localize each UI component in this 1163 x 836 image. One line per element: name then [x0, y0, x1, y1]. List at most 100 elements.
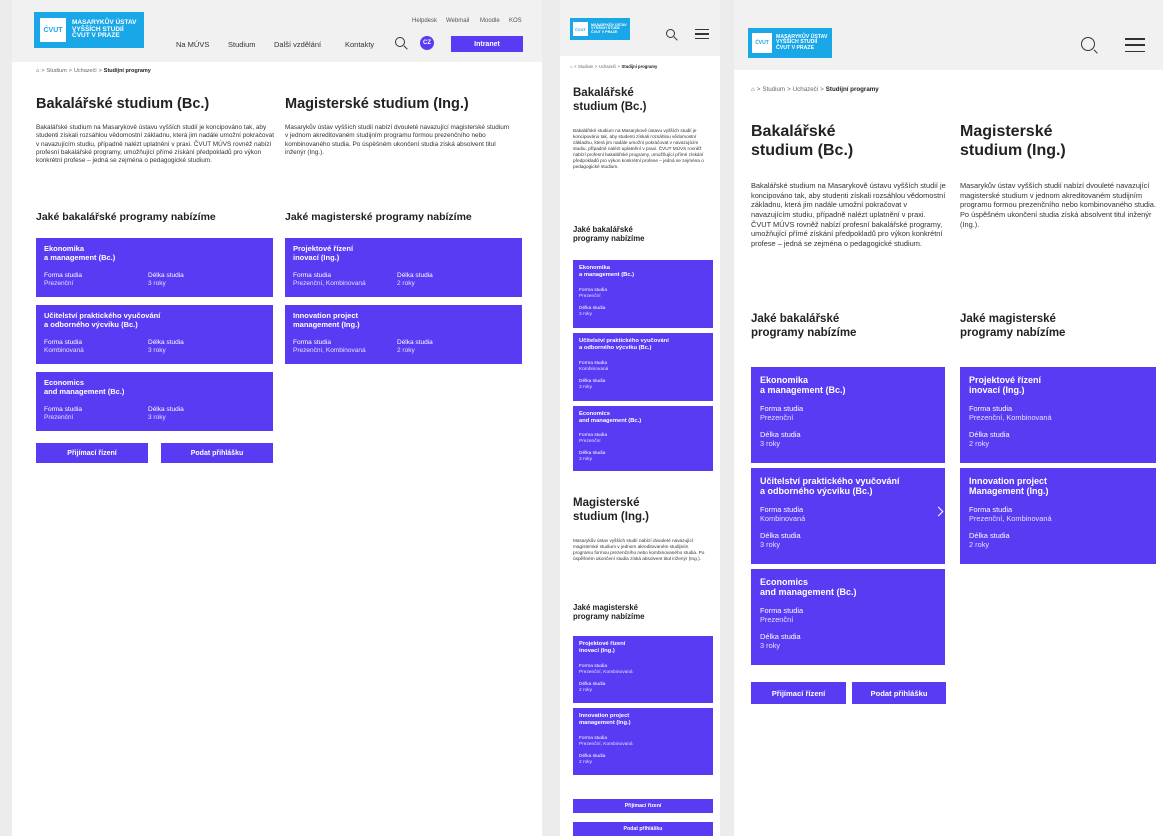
- toplink-moodle[interactable]: Moodle: [480, 18, 500, 24]
- home-icon[interactable]: ⌂: [36, 68, 39, 74]
- delka-label: Délka studia: [579, 379, 606, 384]
- forma-value: Prezenční, Kombinovaná: [579, 741, 633, 747]
- program-title-line: and management (Bc.): [44, 386, 125, 396]
- master-title-line: studium (Ing.): [573, 510, 650, 523]
- nav-studium[interactable]: Studium: [228, 40, 256, 49]
- tablet-view: ĆVUT MASARYKŮV ÚSTAV VYŠŠÍCH STUDIÍ ČVUT…: [734, 0, 1163, 836]
- breadcrumb-uchazeci[interactable]: Uchazeči: [793, 86, 818, 93]
- forma-block: Forma studia Prezenční, Kombinovaná: [293, 339, 366, 355]
- program-card-projektove-rizeni[interactable]: Projektové řízení inovací (Ing.) Forma s…: [573, 636, 713, 703]
- apply-button[interactable]: Podat přihlášku: [852, 682, 946, 704]
- program-card-ucitelstvi[interactable]: Učitelství praktického vyučování a odbor…: [36, 305, 273, 364]
- logo[interactable]: ĆVUT MASARYKŮV ÚSTAV VYŠŠÍCH STUDIÍ ČVUT…: [570, 18, 630, 40]
- program-card-ucitelstvi[interactable]: Učitelství praktického vyučování a odbor…: [573, 333, 713, 401]
- logo-mark-icon: ĆVUT: [573, 22, 588, 36]
- program-title: Economics and management (Bc.): [44, 378, 125, 396]
- search-icon[interactable]: [395, 37, 405, 47]
- program-card-innovation[interactable]: Innovation project Management (Ing.) For…: [960, 468, 1156, 564]
- delka-block: Délka studia 3 roky: [148, 406, 184, 422]
- intranet-button[interactable]: Intranet: [451, 36, 523, 52]
- master-title-line: studium (Ing.): [960, 142, 1066, 160]
- forma-block: Forma studia Prezenční, Kombinovaná: [969, 404, 1052, 423]
- heading-line: programy nabízíme: [960, 326, 1066, 339]
- bachelor-programs-heading: Jaké bakalářské programy nabízíme: [36, 211, 216, 223]
- home-icon[interactable]: ⌂: [751, 86, 755, 93]
- breadcrumb-uchazeci[interactable]: Uchazeči: [74, 68, 97, 74]
- program-card-economics[interactable]: Economics and management (Bc.) Forma stu…: [573, 406, 713, 471]
- logo-text: MASARYKŮV ÚSTAV VYŠŠÍCH STUDIÍ ČVUT V PR…: [591, 23, 627, 35]
- nav-dalsi-vzdelani[interactable]: Další vzdělání: [274, 40, 321, 49]
- program-title: Projektové řízení inovací (Ing.): [969, 375, 1041, 396]
- delka-value: 2 roky: [397, 279, 415, 287]
- toplink-kos[interactable]: KOS: [509, 18, 522, 24]
- logo[interactable]: ĆVUT MASARYKŮV ÚSTAV VYŠŠÍCH STUDIÍ ČVUT…: [748, 28, 832, 58]
- hamburger-menu-icon[interactable]: [1125, 38, 1145, 53]
- delka-block: Délka studia 3 roky: [148, 272, 184, 288]
- program-card-ekonomika[interactable]: Ekonomika a management (Bc.) Forma studi…: [751, 367, 945, 463]
- delka-value: 3 roky: [579, 384, 593, 390]
- program-card-ekonomika[interactable]: Ekonomika a management (Bc.) Forma studi…: [573, 260, 713, 328]
- heading-line: Jaké magisterské: [573, 603, 639, 612]
- search-icon[interactable]: [1081, 37, 1095, 51]
- apply-button[interactable]: Podat přihlášku: [161, 443, 273, 463]
- program-title: Innovation project Management (Ing.): [969, 476, 1049, 497]
- chevron-right-icon[interactable]: [933, 506, 944, 517]
- program-card-ekonomika[interactable]: Ekonomika a management (Bc.) Forma studi…: [36, 238, 273, 297]
- nav-kontakty[interactable]: Kontakty: [345, 40, 374, 49]
- mobile-view: ĆVUT MASARYKŮV ÚSTAV VYŠŠÍCH STUDIÍ ČVUT…: [560, 0, 720, 836]
- delka-label: Délka studia: [579, 754, 606, 759]
- forma-value: Prezenční, Kombinovaná: [293, 346, 366, 354]
- breadcrumb-sep: >: [98, 68, 102, 74]
- search-icon[interactable]: [666, 29, 675, 38]
- home-icon[interactable]: ⌂: [570, 64, 573, 69]
- program-card-innovation[interactable]: Innovation project management (Ing.) For…: [573, 708, 713, 775]
- language-switch[interactable]: CZ: [420, 36, 434, 50]
- delka-block: Délka studia 2 roky: [969, 430, 1010, 449]
- program-card-economics[interactable]: Economics and management (Bc.) Forma stu…: [751, 569, 945, 665]
- admission-button[interactable]: Přijímací řízení: [573, 799, 713, 813]
- logo[interactable]: ĆVUT MASARYKŮV ÚSTAV VYŠŠÍCH STUDIÍ ČVUT…: [34, 12, 144, 48]
- admission-button[interactable]: Přijímací řízení: [751, 682, 846, 704]
- nav-na-muvs[interactable]: Na MÚVS: [176, 40, 209, 49]
- program-card-projektove-rizeni[interactable]: Projektové řízení inovací (Ing.) Forma s…: [960, 367, 1156, 463]
- forma-block: Forma studia Prezenční: [44, 272, 82, 288]
- delka-label: Délka studia: [397, 339, 433, 346]
- delka-block: Délka studia 3 roky: [760, 430, 801, 449]
- bachelor-title-line: studium (Bc.): [751, 142, 854, 160]
- forma-value: Kombinovaná: [760, 513, 806, 523]
- logo-line-3: ČVUT V PRAZE: [776, 44, 815, 51]
- delka-label: Délka studia: [579, 451, 606, 456]
- apply-button[interactable]: Podat přihlášku: [573, 822, 713, 836]
- forma-label: Forma studia: [579, 433, 607, 438]
- toplink-helpdesk[interactable]: Helpdesk: [412, 18, 437, 24]
- breadcrumb-studium[interactable]: Studium: [578, 64, 593, 69]
- bachelor-programs-heading: Jaké bakalářské programy nabízíme: [751, 313, 856, 341]
- delka-block: Délka studia 2 roky: [579, 682, 605, 694]
- site-header: ĆVUT MASARYKŮV ÚSTAV VYŠŠÍCH STUDIÍ ČVUT…: [734, 0, 1163, 70]
- bachelor-title-line: Bakalářské: [573, 87, 634, 99]
- program-card-innovation[interactable]: Innovation project management (Ing.) For…: [285, 305, 522, 364]
- forma-value: Prezenční, Kombinovaná: [969, 412, 1052, 422]
- program-card-economics[interactable]: Economics and management (Bc.) Forma stu…: [36, 372, 273, 431]
- logo-text: MASARYKŮV ÚSTAV VYŠŠÍCH STUDIÍ ČVUT V PR…: [776, 34, 828, 51]
- delka-label: Délka studia: [397, 272, 433, 279]
- breadcrumb-uchazeci[interactable]: Uchazeči: [599, 64, 616, 69]
- delka-label: Délka studia: [148, 406, 184, 413]
- program-card-projektove-rizeni[interactable]: Projektové řízení inovací (Ing.) Forma s…: [285, 238, 522, 297]
- bachelor-title: Bakalářské studium (Bc.): [573, 87, 646, 115]
- program-title: Projektové řízení inovací (Ing.): [293, 244, 353, 262]
- forma-label: Forma studia: [293, 272, 331, 279]
- toplink-webmail[interactable]: Webmail: [446, 18, 469, 24]
- delka-block: Délka studia 2 roky: [579, 754, 605, 766]
- breadcrumb-studium[interactable]: Studium: [762, 86, 785, 93]
- hamburger-menu-icon[interactable]: [695, 29, 709, 40]
- forma-label: Forma studia: [44, 272, 82, 279]
- delka-value: 3 roky: [760, 438, 781, 448]
- admission-button[interactable]: Přijímací řízení: [36, 443, 148, 463]
- breadcrumb: ⌂ > Studium > Uchazeči > Studijní progra…: [570, 64, 657, 69]
- program-title: Učitelství praktického vyučování a odbor…: [760, 476, 900, 497]
- delka-value: 2 roky: [579, 759, 593, 765]
- breadcrumb-studium[interactable]: Studium: [47, 68, 67, 74]
- forma-block: Forma studia Prezenční: [44, 406, 82, 422]
- program-card-ucitelstvi[interactable]: Učitelství praktického vyučování a odbor…: [751, 468, 945, 564]
